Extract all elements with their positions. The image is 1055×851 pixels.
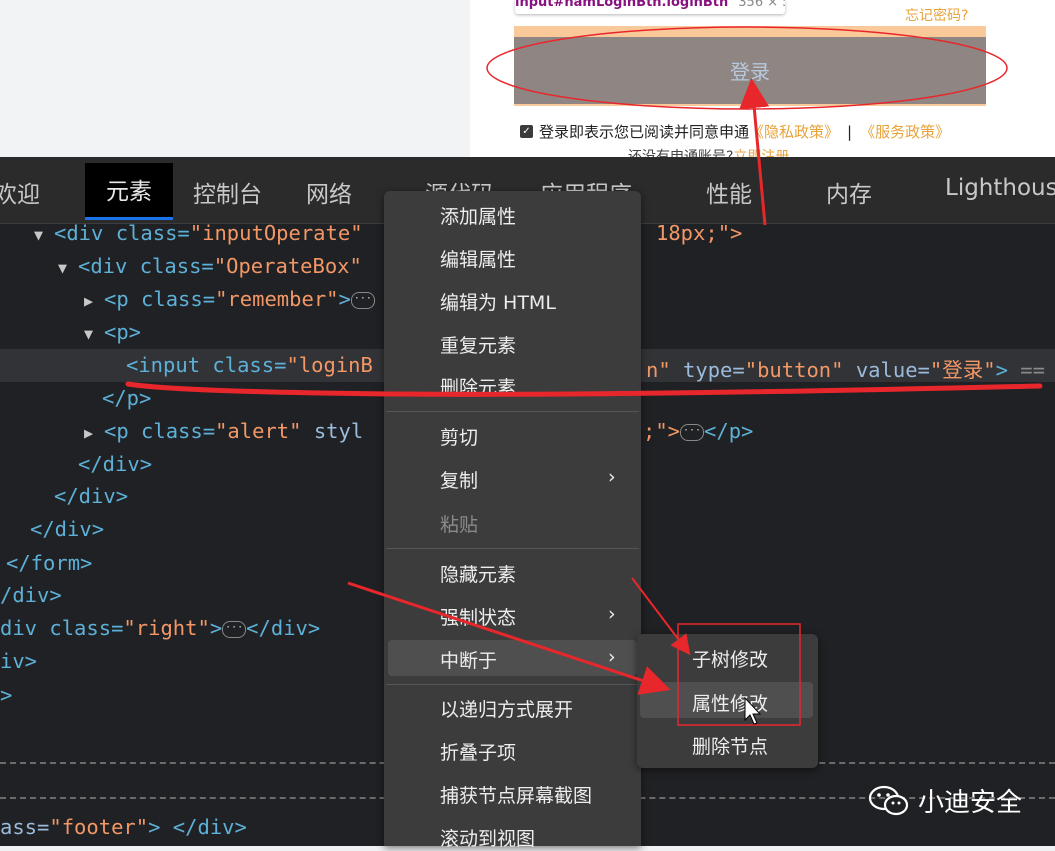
- mouse-cursor-icon: [744, 696, 762, 725]
- watermark: 小迪安全: [868, 782, 1022, 819]
- annotation-underline: [125, 381, 1043, 397]
- watermark-text: 小迪安全: [918, 788, 1023, 818]
- annotation-ellipse: [486, 26, 1008, 110]
- annotation-arrow: [631, 577, 691, 656]
- annotation-arrow: [347, 581, 671, 695]
- wechat-icon: [868, 785, 909, 815]
- annotation-overlay: [125, 26, 1043, 726]
- annotation-arrow: [739, 78, 770, 226]
- annotation-box: [677, 623, 801, 726]
